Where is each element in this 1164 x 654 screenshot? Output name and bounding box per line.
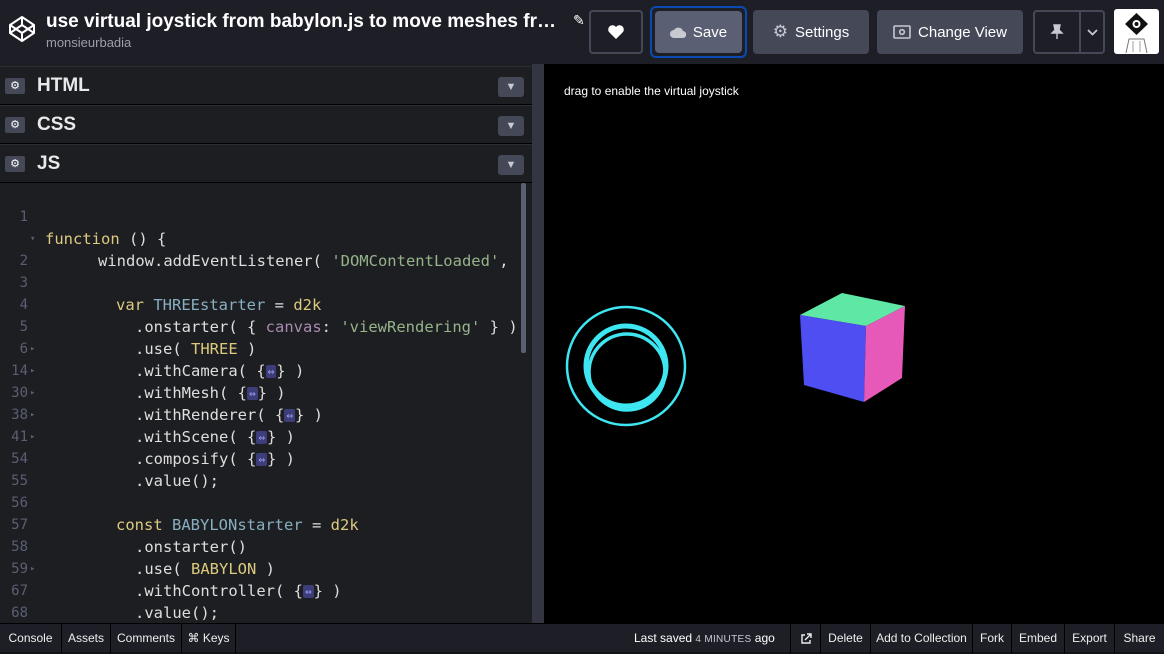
virtual-joystick[interactable] [565,305,687,427]
code-line: 55 [11,473,28,489]
external-link-icon [800,633,812,644]
layout-icon [893,25,911,39]
pin-button[interactable] [1033,10,1081,54]
code-line: 38 ▸ .withScene( {⇔} ) [0,382,522,446]
change-view-button-label: Change View [918,23,1007,41]
cloud-icon [669,27,686,38]
pen-title[interactable]: use virtual joystick from babylon.js to … [46,10,566,34]
codepen-logo-icon[interactable] [8,15,36,43]
editor-scrollbar[interactable] [521,183,526,353]
css-panel-title: CSS [37,114,77,135]
html-panel-header[interactable]: ⚙ HTML ▼ [0,66,532,105]
code-line: 3 var THREEstarter = d2k [19,275,322,314]
avatar-eye-icon [1125,13,1148,54]
code-line: 2 [19,253,28,269]
export-button[interactable]: Export [1064,624,1114,653]
fork-button[interactable]: Fork [972,624,1011,653]
code-line: 54 .value(); [11,451,219,490]
pin-icon [1050,24,1064,39]
add-to-collection-button[interactable]: Add to Collection [870,624,972,653]
code-line: 56 const BABYLONstarter = d2k [11,495,359,534]
js-panel-title: JS [37,153,61,174]
save-button[interactable]: Save [655,11,742,53]
love-button[interactable] [589,10,643,54]
header: use virtual joystick from babylon.js to … [0,0,1164,64]
scene-canvas[interactable] [544,64,1164,623]
code-line: 67 .value(); [11,583,219,622]
preview-pane[interactable]: drag to enable the virtual joystick [544,64,1164,623]
console-button[interactable]: Console [0,624,62,653]
pen-title-area: use virtual joystick from babylon.js to … [46,10,576,50]
gear-icon: ⚙ [772,22,789,41]
js-settings-gear-icon[interactable]: ⚙ [5,156,25,172]
heart-icon [608,25,624,39]
code-line: 69 const movespeed = 5; [0,602,522,623]
js-panel-header[interactable]: ⚙ JS ▼ [0,144,532,183]
assets-button[interactable]: Assets [62,624,111,653]
code-line: 59 ▸ .withController( {⇔} ) [0,536,522,600]
chevron-down-icon [1086,28,1098,36]
save-button-label: Save [692,23,728,41]
code-line: 1 ▾ window.addEventListener( 'DOMContent… [0,184,522,270]
html-panel-chevron-down-icon[interactable]: ▼ [498,77,524,97]
last-saved-status: Last saved 4 MINUTES ago [634,631,775,645]
code-line: 5 .use( THREE ) [19,319,257,358]
code-line: 6 ▸ .withCamera( {⇔} ) [0,316,522,380]
footer-bar: Console Assets Comments ⌘ Keys Last save… [0,623,1164,653]
code-line: 41 ▸ .composify( {⇔} ) [0,404,522,468]
code-line: function () { [45,230,167,248]
keys-button[interactable]: ⌘ Keys [182,624,236,653]
code-line: 14 ▸ .withMesh( {⇔} ) [0,338,522,402]
code-line: 4 .onstarter( { canvas: 'viewRendering' … [19,297,518,336]
embed-button[interactable]: Embed [1011,624,1064,653]
edit-title-pencil-icon[interactable]: ✎ [573,12,585,29]
settings-button[interactable]: ⚙ Settings [753,10,869,54]
html-panel-title: HTML [37,75,90,96]
css-panel-header[interactable]: ⚙ CSS ▼ [0,105,532,144]
css-panel-chevron-down-icon[interactable]: ▼ [498,116,524,136]
comments-button[interactable]: Comments [111,624,182,653]
open-external-button[interactable] [790,624,820,653]
pin-dropdown-button[interactable] [1081,10,1105,54]
css-settings-gear-icon[interactable]: ⚙ [5,117,25,133]
code-line: 68 [11,605,28,621]
code-line: 30 ▸ .withRenderer( {⇔} ) [0,360,522,424]
delete-button[interactable]: Delete [820,624,870,653]
code-line: 57 .onstarter() [11,517,247,556]
js-code-editor[interactable]: 1 ▾ window.addEventListener( 'DOMContent… [0,183,522,623]
user-avatar[interactable] [1114,9,1159,54]
code-line: 58 .use( BABYLON ) [11,539,276,578]
pen-author[interactable]: monsieurbadia [46,35,576,50]
cube-mesh [800,293,905,402]
pane-resizer[interactable] [532,64,544,623]
html-settings-gear-icon[interactable]: ⚙ [5,78,25,94]
js-panel-chevron-down-icon[interactable]: ▼ [498,155,524,175]
share-button[interactable]: Share [1114,624,1164,653]
change-view-button[interactable]: Change View [877,10,1023,54]
settings-button-label: Settings [795,23,850,41]
